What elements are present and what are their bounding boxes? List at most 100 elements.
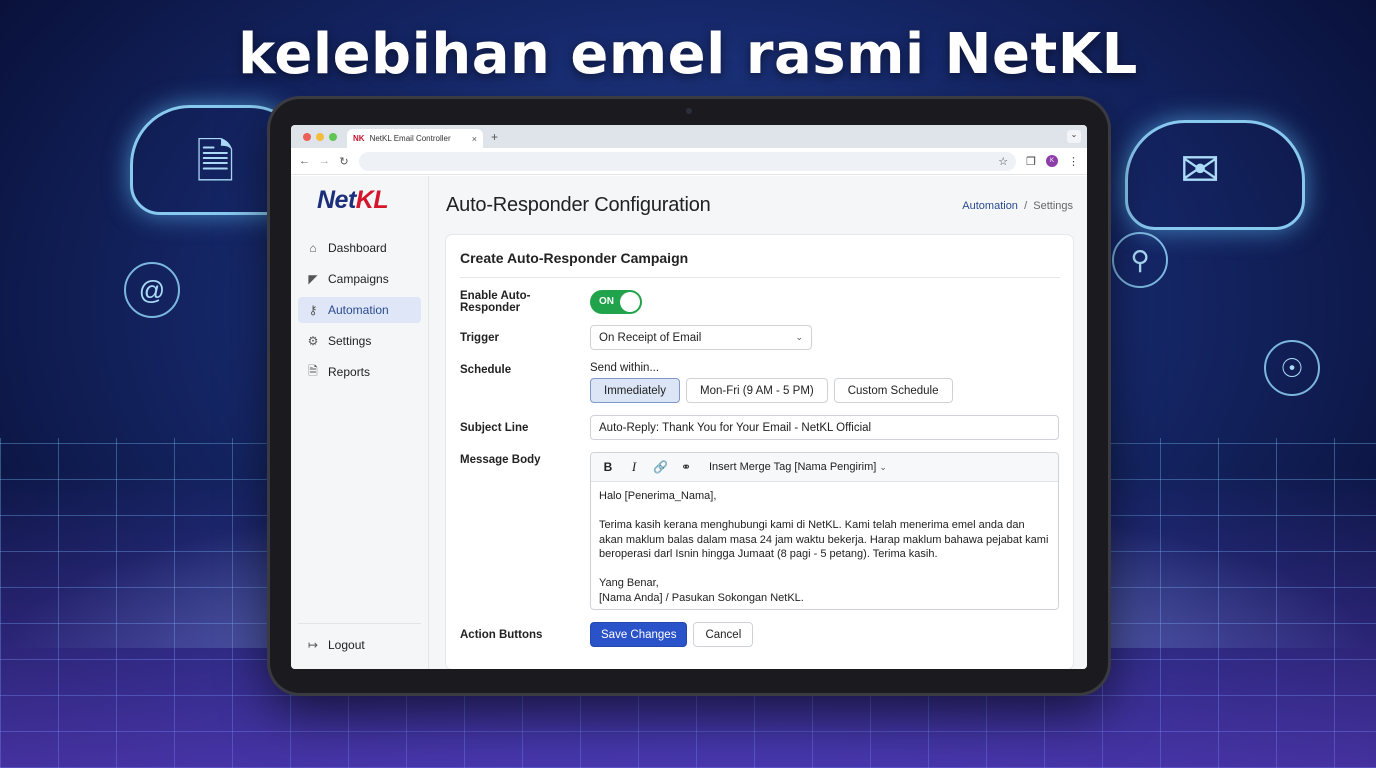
tablet-screen: NK NetKL Email Controller × + ⌄ ← → ↻ ☆ … — [291, 125, 1087, 669]
sidebar-item-label: Dashboard — [328, 241, 387, 255]
toggle-state-text: ON — [599, 296, 614, 307]
editor-toolbar: B I 🔗 ⚭ Insert Merge Tag [Nama Pengirim]… — [591, 453, 1058, 482]
schedule-control: Send within... Immediately Mon-Fri (9 AM… — [590, 362, 953, 403]
message-closing: Yang Benar, — [599, 577, 659, 589]
breadcrumb-separator: / — [1024, 199, 1028, 212]
tablet-camera — [686, 108, 692, 114]
megaphone-icon: ◤ — [308, 272, 318, 286]
magnifier-icon: ⚲ — [1112, 232, 1168, 288]
breadcrumb-automation-link[interactable]: Automation — [962, 200, 1018, 212]
address-bar[interactable]: ☆ — [359, 151, 1017, 171]
schedule-custom-button[interactable]: Custom Schedule — [833, 378, 953, 403]
sidebar: NetKL ⌂ Dashboard ◤ Campaigns ⚷ Automati… — [291, 176, 429, 669]
forward-arrow-icon[interactable]: → — [319, 155, 330, 167]
trigger-select[interactable]: On Receipt of Email ⌄ — [590, 325, 812, 350]
chevron-down-icon[interactable]: ⌄ — [1067, 130, 1081, 143]
sidebar-nav: ⌂ Dashboard ◤ Campaigns ⚷ Automation ⚙ S… — [291, 235, 428, 385]
document-icon: 🗎 — [196, 136, 235, 189]
tab-title: NetKL Email Controller — [369, 134, 451, 143]
minimize-window-button[interactable] — [316, 133, 324, 141]
campaign-form-card: Create Auto-Responder Campaign Enable Au… — [446, 235, 1073, 669]
schedule-hint: Send within... — [590, 362, 660, 374]
chevron-down-icon: ⌄ — [795, 332, 803, 342]
gear-icon: ⚙ — [307, 334, 319, 348]
sidebar-item-dashboard[interactable]: ⌂ Dashboard — [298, 235, 421, 261]
extensions-icon[interactable]: ❐ — [1026, 155, 1036, 168]
toggle-knob — [620, 292, 640, 312]
browser-tab-bar: NK NetKL Email Controller × + ⌄ — [291, 125, 1087, 148]
logout-icon: ↦ — [307, 638, 319, 652]
schedule-business-hours-button[interactable]: Mon-Fri (9 AM - 5 PM) — [686, 378, 828, 403]
reload-icon[interactable]: ↻ — [339, 155, 349, 168]
document-icon: 🗎 — [308, 363, 318, 378]
back-arrow-icon[interactable]: ← — [299, 155, 310, 167]
cancel-button[interactable]: Cancel — [693, 622, 754, 647]
actions-label: Action Buttons — [460, 628, 543, 641]
enable-row: Enable Auto-Responder ON — [460, 290, 1060, 314]
window-controls — [291, 133, 347, 148]
message-greeting: Halo [Penerima_Nama], — [599, 490, 717, 502]
merge-tag-dropdown[interactable]: Insert Merge Tag [Nama Pengirim] ⌄ — [709, 461, 887, 473]
trigger-row: Trigger On Receipt of Email ⌄ — [460, 325, 1060, 350]
breadcrumb-current: Settings — [1033, 199, 1073, 212]
enable-label: Enable Auto-Responder — [460, 290, 531, 314]
home-icon: ⌂ — [309, 241, 317, 255]
network-icon: ⚷ — [308, 303, 318, 317]
message-label: Message Body — [460, 454, 541, 466]
chevron-down-icon: ⌄ — [879, 462, 887, 472]
trigger-label: Trigger — [460, 331, 499, 344]
trigger-value: On Receipt of Email — [599, 331, 702, 344]
browser-tab[interactable]: NK NetKL Email Controller × — [347, 129, 483, 148]
subject-row: Subject Line Auto-Reply: Thank You for Y… — [460, 415, 1060, 440]
headline: kelebihan emel rasmi NetKL — [238, 22, 1138, 87]
more-menu-icon[interactable]: ⋮ — [1068, 155, 1079, 168]
main-content: Auto-Responder Configuration Automation … — [429, 176, 1087, 669]
schedule-label: Schedule — [460, 364, 512, 376]
link-icon[interactable]: 🔗 — [653, 460, 668, 474]
sidebar-item-settings[interactable]: ⚙ Settings — [298, 328, 421, 354]
card-title: Create Auto-Responder Campaign — [460, 235, 1060, 278]
browser-toolbar: ← → ↻ ☆ ❐ K ⋮ — [291, 148, 1087, 175]
new-tab-button[interactable]: + — [483, 130, 498, 148]
schedule-immediately-button[interactable]: Immediately — [590, 378, 680, 403]
page-header: Auto-Responder Configuration Automation … — [446, 176, 1073, 235]
envelope-icon: ✉ — [1180, 144, 1221, 197]
message-editor: B I 🔗 ⚭ Insert Merge Tag [Nama Pengirim]… — [590, 452, 1059, 610]
logout-label: Logout — [328, 638, 365, 652]
logout-section: ↦ Logout — [298, 623, 421, 658]
subject-input[interactable]: Auto-Reply: Thank You for Your Email - N… — [590, 415, 1059, 440]
sidebar-item-label: Campaigns — [328, 272, 389, 286]
tablet-frame: NK NetKL Email Controller × + ⌄ ← → ↻ ☆ … — [270, 99, 1108, 693]
sidebar-item-label: Automation — [328, 303, 389, 317]
logout-button[interactable]: ↦ Logout — [298, 632, 421, 658]
message-paragraph: Terima kasih kerana menghubungi kami di … — [599, 519, 1049, 560]
close-window-button[interactable] — [303, 133, 311, 141]
sidebar-item-automation[interactable]: ⚷ Automation — [298, 297, 421, 323]
message-body-textarea[interactable]: Halo [Penerima_Nama], Terima kasih keran… — [591, 482, 1058, 612]
netkl-logo: NetKL — [317, 186, 389, 214]
unlink-icon[interactable]: ⚭ — [679, 460, 693, 474]
bookmark-star-icon[interactable]: ☆ — [998, 155, 1008, 168]
sidebar-item-reports[interactable]: 🗎 Reports — [298, 359, 421, 385]
globe-icon: ☉ — [1264, 340, 1320, 396]
profile-avatar[interactable]: K — [1046, 155, 1058, 167]
sidebar-item-label: Settings — [328, 334, 372, 348]
close-icon[interactable]: × — [472, 134, 477, 144]
at-sign-icon: @ — [124, 262, 180, 318]
tab-favicon: NK — [353, 134, 365, 143]
schedule-row: Schedule Send within... Immediately Mon-… — [460, 362, 1060, 403]
enable-toggle[interactable]: ON — [590, 290, 642, 314]
actions-row: Action Buttons Save Changes Cancel — [460, 622, 1060, 647]
breadcrumb: Automation / Settings — [962, 200, 1073, 212]
page-title: Auto-Responder Configuration — [446, 194, 711, 216]
sidebar-item-campaigns[interactable]: ◤ Campaigns — [298, 266, 421, 292]
maximize-window-button[interactable] — [329, 133, 337, 141]
message-signature: [Nama Anda] / Pasukan Sokongan NetKL. — [599, 591, 804, 604]
subject-label: Subject Line — [460, 421, 529, 434]
message-row: Message Body B I 🔗 ⚭ Insert Merge Tag [N… — [460, 452, 1060, 610]
save-changes-button[interactable]: Save Changes — [590, 622, 688, 647]
italic-button[interactable]: I — [627, 459, 641, 475]
app-window: NetKL ⌂ Dashboard ◤ Campaigns ⚷ Automati… — [291, 176, 1087, 669]
schedule-options: Immediately Mon-Fri (9 AM - 5 PM) Custom… — [590, 378, 953, 403]
bold-button[interactable]: B — [601, 460, 615, 474]
